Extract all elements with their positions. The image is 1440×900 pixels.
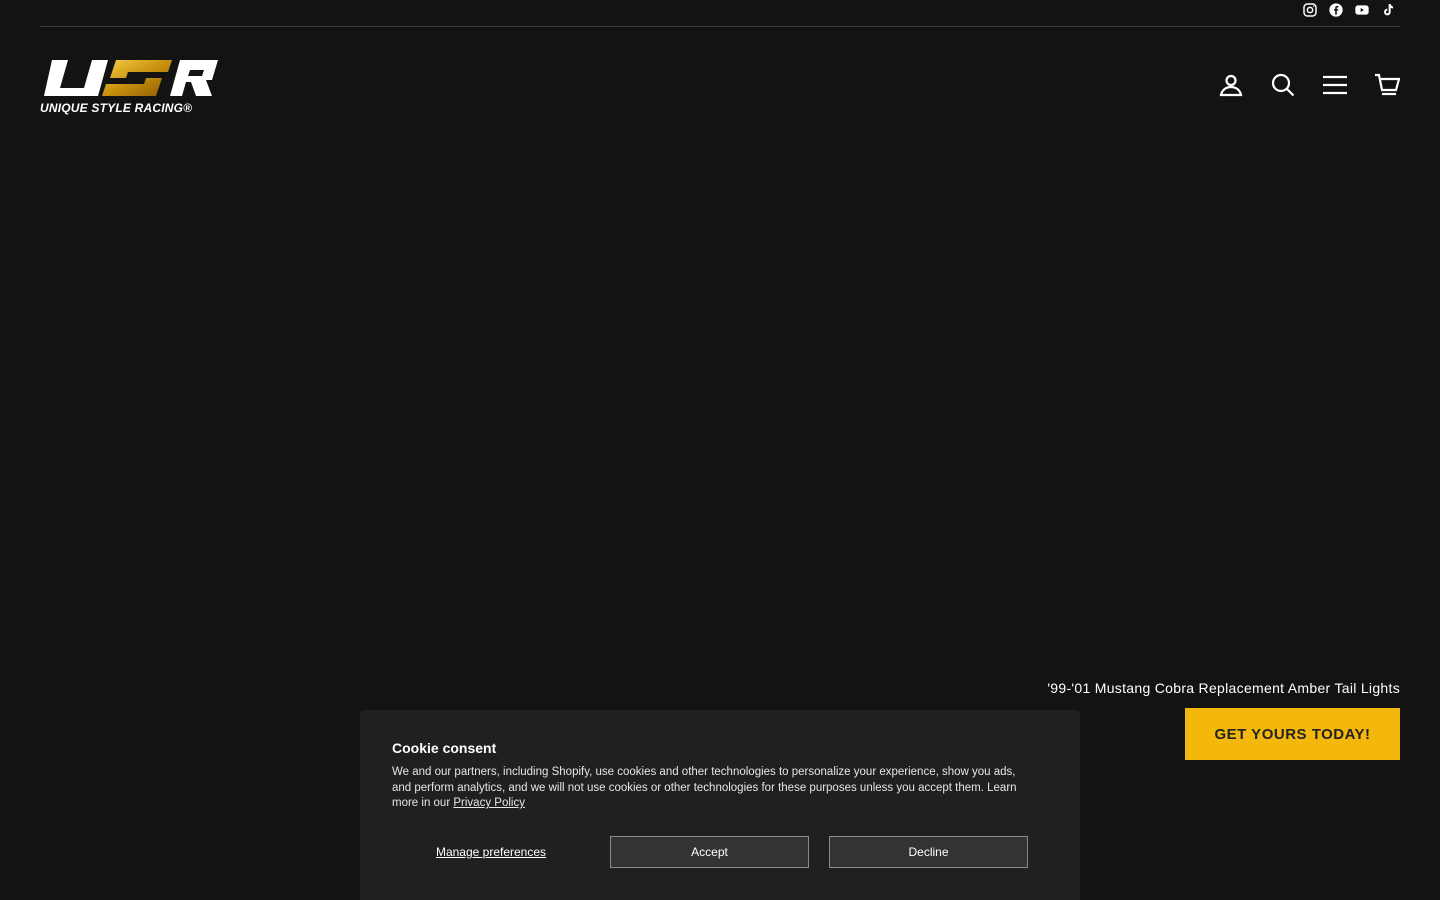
privacy-policy-link[interactable]: Privacy Policy: [453, 797, 525, 809]
youtube-icon[interactable]: [1354, 2, 1370, 18]
facebook-icon[interactable]: [1328, 2, 1344, 18]
cookie-title: Cookie consent: [392, 740, 497, 756]
account-icon[interactable]: [1218, 70, 1244, 100]
cookie-description: We and our partners, including Shopify, …: [392, 765, 1032, 812]
usr-logo-mark: [44, 60, 218, 96]
get-yours-today-button[interactable]: GET YOURS TODAY!: [1185, 708, 1400, 760]
menu-icon[interactable]: [1322, 70, 1348, 100]
social-links: [1302, 2, 1396, 18]
instagram-icon[interactable]: [1302, 2, 1318, 18]
cookie-actions: Manage preferences Accept Decline: [392, 836, 1048, 868]
accept-button[interactable]: Accept: [610, 836, 809, 868]
search-icon[interactable]: [1270, 70, 1296, 100]
hero-caption: '99-'01 Mustang Cobra Replacement Amber …: [1047, 680, 1400, 696]
header-icons: [1218, 70, 1400, 100]
decline-button[interactable]: Decline: [829, 836, 1028, 868]
tiktok-icon[interactable]: [1380, 2, 1396, 18]
logo-text: UNIQUE STYLE RACING®: [40, 101, 193, 115]
cart-icon[interactable]: [1374, 70, 1400, 100]
site-logo[interactable]: UNIQUE STYLE RACING®: [40, 58, 220, 115]
cookie-consent-panel: Cookie consent We and our partners, incl…: [360, 710, 1080, 900]
top-bar: [40, 0, 1400, 27]
manage-preferences-button[interactable]: Manage preferences: [392, 836, 590, 868]
